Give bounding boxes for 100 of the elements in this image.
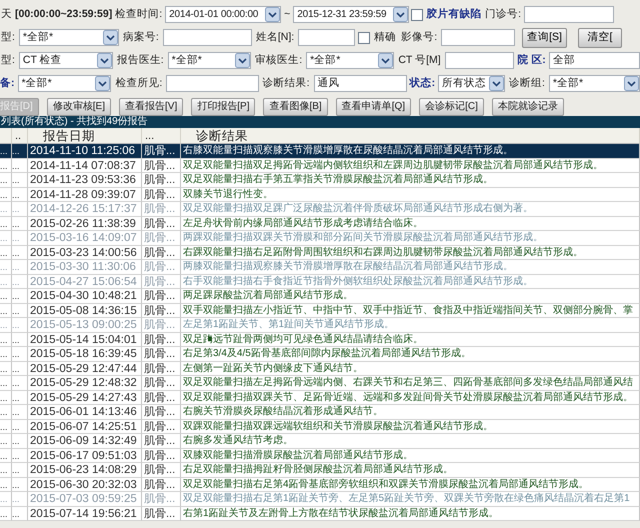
input-field[interactable]	[524, 6, 614, 23]
toolbar-button[interactable]: 本院就诊记录	[492, 98, 564, 116]
table-cell: ...	[12, 260, 28, 274]
input-field[interactable]: 全部	[548, 52, 640, 69]
table-cell: ...	[12, 362, 28, 376]
toolbar-button[interactable]: 打印报告[P]	[191, 98, 256, 116]
table-cell: ...	[0, 173, 12, 188]
chevron-down-icon	[235, 53, 250, 68]
chevron-down-icon	[95, 76, 110, 91]
table-cell: ...	[0, 144, 12, 158]
field-label: 诊断结果:	[262, 76, 310, 91]
toolbar-button[interactable]: 查看申请单[Q]	[336, 98, 412, 116]
list-title: 列表(所有状态) - 共找到49份报告	[0, 116, 640, 128]
toolbar-button[interactable]: 查看报告[V]	[119, 98, 184, 116]
table-cell: 2015-05-29 12:47:44	[28, 362, 142, 376]
table-cell: 肌骨...	[142, 332, 181, 347]
input-field[interactable]	[298, 29, 356, 46]
dropdown[interactable]: *全部*	[306, 52, 394, 69]
checkbox[interactable]	[411, 8, 424, 20]
input-field[interactable]	[444, 52, 514, 69]
field-label: 检查时间:	[114, 6, 164, 22]
toolbar-button[interactable]: 修改审核[E]	[46, 98, 112, 116]
table-cell: 右足第3/4及4/5跖骨基底部间隙内尿酸盐沉着局部通风结节形成。	[181, 347, 640, 362]
table-cell: ...	[0, 158, 12, 173]
table-cell: 两膝双能量扫描观察膝关节滑膜增厚散在尿酸结晶沉着局部通风结节形成。	[181, 260, 640, 274]
dropdown[interactable]: *全部*	[548, 75, 640, 92]
table-cell: ...	[0, 216, 12, 231]
table-cell: 肌骨...	[142, 144, 181, 158]
field-label: 院 区:	[517, 52, 546, 68]
field-label: 天	[0, 6, 13, 22]
table-cell: 肌骨...	[142, 260, 181, 274]
table-cell: 双膝双能量扫描滑膜尿酸盐沉着局部通风结节形成。	[181, 448, 640, 463]
field-label: 审核医生:	[254, 52, 304, 68]
input-field[interactable]	[162, 29, 252, 46]
table-cell: 右第1跖趾关节及左跗骨上方散在结节状尿酸盐沉着局部通风结节形成。	[181, 506, 640, 521]
table-cell: ...	[12, 448, 28, 463]
toolbar-button[interactable]: 查看图像[B]	[263, 98, 328, 116]
column-header[interactable]: ..	[12, 128, 28, 144]
table-cell: ...	[0, 420, 12, 434]
table-cell: 右膝双能量扫描观察膝关节滑膜增厚散在尿酸结晶沉着局部通风结节形成。	[181, 144, 640, 158]
table-cell: 2015-03-30 11:30:06	[28, 260, 142, 274]
dropdown[interactable]: 2014-01-01 00:00:00	[165, 6, 282, 23]
chevron-down-icon	[102, 30, 118, 45]
table-cell: ...	[12, 158, 28, 173]
table-cell: 双足双能量扫描双踝关节、足跖骨近端、远端和多发趾间骨关节处滑膜尿酸盐沉着局部通风结节形成。	[181, 390, 640, 405]
input-field[interactable]: 通风	[314, 75, 407, 92]
table-cell: 肌骨...	[142, 289, 181, 304]
table-cell: ...	[0, 405, 12, 420]
table-cell: ...	[12, 202, 28, 216]
table-cell: ...	[0, 390, 12, 405]
table-cell: 肌骨...	[142, 405, 181, 420]
table-cell: 肌骨...	[142, 231, 181, 246]
column-header[interactable]: 报告日期	[28, 128, 142, 144]
action-button[interactable]: 清空[	[578, 28, 622, 48]
table-cell: ...	[0, 202, 12, 216]
table-cell: ...	[12, 506, 28, 521]
field-label: 备:	[0, 76, 14, 91]
table-cell: ...	[12, 463, 28, 478]
table-cell: 肌骨...	[142, 216, 181, 231]
table-cell: 双手双能量扫描左小指近节、中指中节、双手中指近节、食指及中指近端指间关节、双侧部分腕骨、掌	[181, 304, 640, 318]
table-cell: 双足双能量扫描右足第4跖骨基底部旁软组织和双踝关节滑膜尿酸盐沉着局部通风结节形成。	[181, 478, 640, 492]
column-header[interactable]: 诊断结果	[181, 128, 640, 144]
table-cell: ...	[12, 173, 28, 188]
dropdown[interactable]: 2015-12-31 23:59:59	[293, 6, 410, 23]
input-field[interactable]	[166, 75, 259, 92]
table-cell: 肌骨...	[142, 274, 181, 289]
table-cell: 肌骨...	[142, 202, 181, 216]
checkbox-label: 精确	[373, 30, 398, 45]
table-cell: 2015-07-14 19:56:21	[28, 506, 142, 521]
table-cell: 双足双能量扫描双足踝广泛尿酸盐沉着伴骨质破坏局部通风结节形成右侧为著。	[181, 202, 640, 216]
input-field[interactable]	[441, 29, 516, 46]
table-cell: ...	[12, 318, 28, 332]
dropdown[interactable]: 所有状态	[438, 75, 505, 92]
table-cell: 2015-04-27 15:06:54	[28, 274, 142, 289]
table-cell: 右手双能量扫描右手食指近节指骨外侧软组织处尿酸盐沉着局部通风结节形成。	[181, 274, 640, 289]
table-cell: 2014-12-26 15:17:37	[28, 202, 142, 216]
table-cell: 左足第1跖趾关节、第1趾间关节通风结节形成。	[181, 318, 640, 332]
action-button[interactable]: 查询[S]	[522, 28, 567, 48]
chevron-down-icon	[393, 7, 408, 22]
toolbar-button[interactable]: 会诊标记[C]	[419, 98, 484, 116]
checkbox[interactable]	[358, 32, 370, 44]
table-cell: ...	[0, 478, 12, 492]
table-cell: 肌骨...	[142, 347, 181, 362]
chevron-down-icon	[488, 76, 504, 91]
column-header[interactable]: ...	[142, 128, 181, 144]
dropdown[interactable]: *全部*	[18, 75, 112, 92]
field-label: ~	[283, 6, 292, 22]
table-cell: ...	[12, 144, 28, 158]
dropdown[interactable]: CT 检查	[18, 52, 113, 69]
field-label: [00:00:00~23:59:59]	[15, 6, 112, 22]
field-label: CT 号[M]	[397, 52, 442, 68]
table-cell: 右足双能量扫描拇趾籽骨胫侧尿酸盐沉着局部通风结节形成。	[181, 463, 640, 478]
dropdown[interactable]: *全部*	[168, 52, 252, 69]
field-label: 诊断组:	[508, 76, 546, 91]
table-cell: 肌骨...	[142, 376, 181, 390]
table-cell: ...	[0, 188, 12, 202]
field-label: 病案号:	[122, 30, 160, 45]
dropdown[interactable]: *全部*	[18, 29, 119, 46]
table-cell: 2015-03-23 14:00:56	[28, 246, 142, 260]
table-cell: 双膝关节退行性变。	[181, 188, 640, 202]
